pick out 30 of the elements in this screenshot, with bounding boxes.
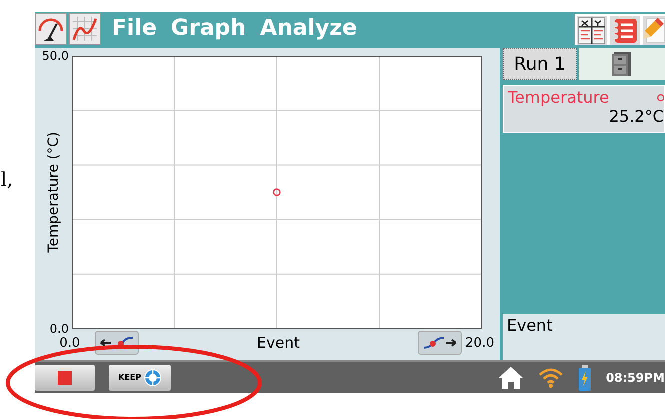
scroll-right-icon: [422, 335, 458, 351]
scroll-right-button[interactable]: [418, 331, 462, 355]
menu-item[interactable]: File: [107, 16, 162, 41]
aperture-icon: [144, 368, 162, 386]
axis-tick-label: 0.0: [60, 336, 80, 351]
battery-icon: [578, 364, 592, 390]
file-cabinet-icon: [611, 51, 633, 77]
menu-item[interactable]: Graph: [166, 16, 252, 41]
axis-title: Temperature (°C): [46, 132, 62, 253]
file-cabinet-button[interactable]: [579, 48, 665, 80]
sensor-reading: 25.2°C: [609, 107, 664, 126]
axis-title: Event: [256, 334, 301, 352]
menu-item[interactable]: Analyze: [255, 16, 362, 41]
axis-tick-label: 20.0: [466, 336, 494, 351]
run-button[interactable]: Run 1: [503, 48, 577, 80]
axis-tick-label: 50.0: [42, 49, 69, 63]
home-icon[interactable]: [498, 366, 524, 390]
wifi-icon: [538, 366, 564, 388]
stop-button[interactable]: [35, 364, 95, 390]
pencil-icon[interactable]: [643, 16, 665, 46]
gauge-icon[interactable]: [35, 12, 67, 44]
notebook-icon[interactable]: [610, 16, 640, 46]
axis-tick-label: 0.0: [50, 322, 69, 336]
text-fragment: l,: [1, 168, 14, 190]
clock: 08:59PM: [606, 370, 665, 384]
table-icon[interactable]: [577, 16, 607, 46]
graph-icon[interactable]: [69, 12, 101, 44]
column-label: Event: [507, 316, 553, 335]
sensor-name: Temperature: [508, 88, 610, 107]
keep-button[interactable]: KEEP: [109, 364, 171, 390]
